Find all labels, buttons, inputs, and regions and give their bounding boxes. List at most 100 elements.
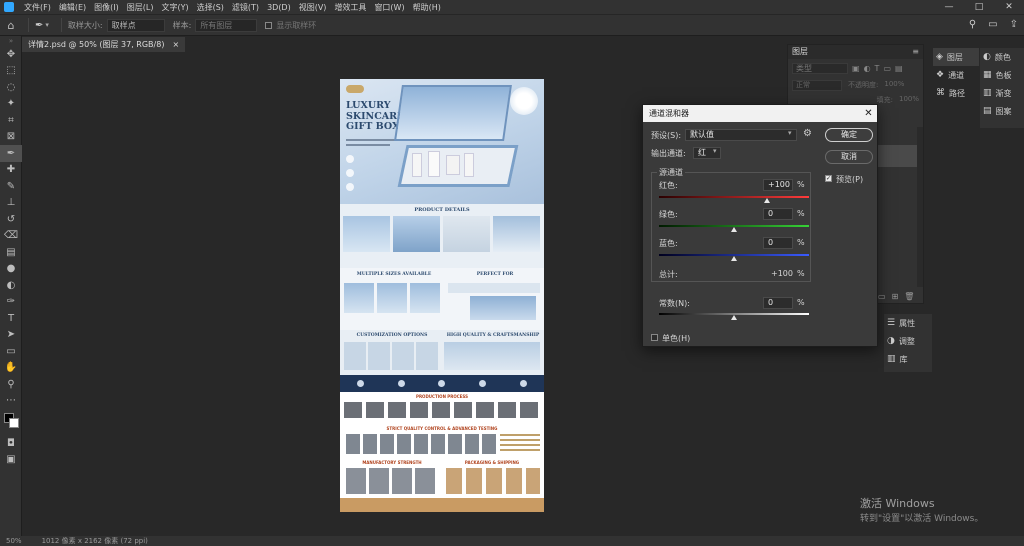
- dock-properties[interactable]: ☰ 属性: [884, 314, 932, 332]
- filter-smart-icon[interactable]: ▤: [895, 64, 903, 73]
- filter-pixel-icon[interactable]: ▣: [852, 64, 860, 73]
- green-value-field[interactable]: 0: [763, 208, 793, 220]
- dock-adjustments[interactable]: ◑ 调整: [884, 332, 932, 350]
- menu-filter[interactable]: 滤镜(T): [228, 2, 263, 13]
- menu-layer[interactable]: 图层(L): [123, 2, 158, 13]
- quick-mask-icon[interactable]: ◘: [0, 435, 22, 452]
- trash-icon[interactable]: 🗑: [904, 292, 914, 301]
- gradient-tool-icon[interactable]: ▤: [0, 244, 22, 261]
- dock-swatches[interactable]: ▦ 色板: [980, 66, 1024, 84]
- menu-3d[interactable]: 3D(D): [263, 3, 295, 12]
- toolbar-collapse-icon[interactable]: »: [0, 36, 22, 46]
- menu-window[interactable]: 窗口(W): [370, 2, 408, 13]
- zoom-level[interactable]: 50%: [6, 537, 22, 545]
- rectangle-tool-icon[interactable]: ▭: [0, 343, 22, 360]
- move-tool-icon[interactable]: ✥: [0, 46, 22, 63]
- eraser-tool-icon[interactable]: ⌫: [0, 228, 22, 245]
- blue-slider-thumb[interactable]: [731, 256, 737, 261]
- sample-select[interactable]: 所有图层: [195, 18, 258, 32]
- preview-checkbox[interactable]: ✓: [825, 175, 832, 182]
- monochrome-checkbox[interactable]: [651, 334, 658, 341]
- screen-mode-icon[interactable]: ▣: [0, 452, 22, 469]
- document-tab[interactable]: 详情2.psd @ 50% (图层 37, RGB/8) ×: [22, 37, 186, 52]
- dock-color[interactable]: ◐ 颜色: [980, 48, 1024, 66]
- new-layer-icon[interactable]: ⊞: [892, 292, 899, 301]
- layer-filter-select[interactable]: 类型: [792, 63, 848, 74]
- size-photo: [377, 283, 407, 313]
- opacity-value[interactable]: 100%: [884, 80, 904, 91]
- dodge-tool-icon[interactable]: ◐: [0, 277, 22, 294]
- panel-menu-icon[interactable]: ≡: [912, 45, 923, 59]
- crop-tool-icon[interactable]: ⌗: [0, 112, 22, 129]
- dock-patterns[interactable]: ▤ 图案: [980, 102, 1024, 120]
- color-swatches[interactable]: [0, 409, 22, 435]
- magic-wand-tool-icon[interactable]: ✦: [0, 96, 22, 113]
- close-icon[interactable]: ✕: [860, 105, 877, 122]
- dock-gradients[interactable]: ▥ 渐变: [980, 84, 1024, 102]
- ok-button[interactable]: 确定: [825, 128, 873, 142]
- layers-scrollbar[interactable]: [917, 127, 923, 287]
- cancel-button[interactable]: 取消: [825, 150, 873, 164]
- constant-value-field[interactable]: 0: [763, 297, 793, 309]
- menu-help[interactable]: 帮助(H): [409, 2, 445, 13]
- red-slider-track[interactable]: [659, 196, 809, 198]
- red-slider-thumb[interactable]: [764, 198, 770, 203]
- dock-layers[interactable]: ◈ 图层: [933, 48, 979, 66]
- healing-brush-tool-icon[interactable]: ✚: [0, 162, 22, 179]
- dock-libraries[interactable]: ▥ 库: [884, 350, 932, 368]
- minimize-button[interactable]: —: [934, 0, 964, 14]
- layers-panel-title[interactable]: 图层: [792, 45, 808, 59]
- chevron-down-icon[interactable]: ▾: [788, 129, 792, 137]
- frame-tool-icon[interactable]: ⊠: [0, 129, 22, 146]
- hand-tool-icon[interactable]: ✋: [0, 360, 22, 377]
- type-tool-icon[interactable]: T: [0, 310, 22, 327]
- menu-select[interactable]: 选择(S): [193, 2, 228, 13]
- blue-value-field[interactable]: 0: [763, 237, 793, 249]
- chevron-down-icon[interactable]: ▾: [45, 21, 49, 29]
- new-group-icon[interactable]: ▭: [878, 292, 886, 301]
- close-tab-icon[interactable]: ×: [172, 37, 179, 52]
- background-color-icon[interactable]: [9, 418, 19, 428]
- dock-channels[interactable]: ❖ 通道: [933, 66, 979, 84]
- menu-edit[interactable]: 编辑(E): [55, 2, 90, 13]
- home-icon[interactable]: ⌂: [0, 19, 22, 32]
- eyedropper-tool-icon[interactable]: ✒: [0, 145, 22, 162]
- maximize-button[interactable]: □: [964, 0, 994, 14]
- menu-view[interactable]: 视图(V): [295, 2, 331, 13]
- eyedropper-icon[interactable]: ✒: [35, 20, 43, 31]
- close-window-button[interactable]: ✕: [994, 0, 1024, 14]
- filter-type-icon[interactable]: T: [875, 64, 880, 73]
- brush-tool-icon[interactable]: ✎: [0, 178, 22, 195]
- blend-mode-select[interactable]: 正常: [792, 80, 842, 91]
- zoom-tool-icon[interactable]: ⚲: [0, 376, 22, 393]
- search-icon[interactable]: ⚲: [969, 19, 976, 30]
- menu-plugins[interactable]: 增效工具: [330, 2, 370, 13]
- stamp-tool-icon[interactable]: ⊥: [0, 195, 22, 212]
- blur-tool-icon[interactable]: ●: [0, 261, 22, 278]
- share-icon[interactable]: ⇪: [1010, 19, 1018, 30]
- show-ring-checkbox[interactable]: [265, 21, 273, 29]
- document-canvas[interactable]: LUXURY SKINCARE GIFT BOX PRODUCT DETAILS…: [340, 79, 544, 512]
- preset-select[interactable]: 默认值: [685, 129, 797, 141]
- fill-value[interactable]: 100%: [899, 95, 919, 105]
- menu-type[interactable]: 文字(Y): [157, 2, 192, 13]
- history-brush-tool-icon[interactable]: ↺: [0, 211, 22, 228]
- gear-icon[interactable]: ⚙: [803, 128, 812, 139]
- chevron-down-icon[interactable]: ▾: [713, 147, 717, 155]
- sample-size-select[interactable]: 取样点: [106, 18, 165, 32]
- pen-tool-icon[interactable]: ✑: [0, 294, 22, 311]
- menu-image[interactable]: 图像(I): [90, 2, 123, 13]
- constant-slider-thumb[interactable]: [731, 315, 737, 320]
- green-slider-thumb[interactable]: [731, 227, 737, 232]
- path-selection-tool-icon[interactable]: ➤: [0, 327, 22, 344]
- red-value-field[interactable]: +100: [763, 179, 793, 191]
- filter-adjustment-icon[interactable]: ◐: [864, 64, 871, 73]
- workspace-icon[interactable]: ▭: [988, 19, 997, 30]
- filter-shape-icon[interactable]: ▭: [883, 64, 891, 73]
- dock-paths[interactable]: ⌘ 路径: [933, 84, 979, 102]
- menu-file[interactable]: 文件(F): [20, 2, 55, 13]
- more-tools-icon[interactable]: ⋯: [0, 393, 22, 410]
- marquee-tool-icon[interactable]: ⬚: [0, 63, 22, 80]
- dialog-title-bar[interactable]: 通道混和器 ✕: [643, 105, 877, 122]
- lasso-tool-icon[interactable]: ◌: [0, 79, 22, 96]
